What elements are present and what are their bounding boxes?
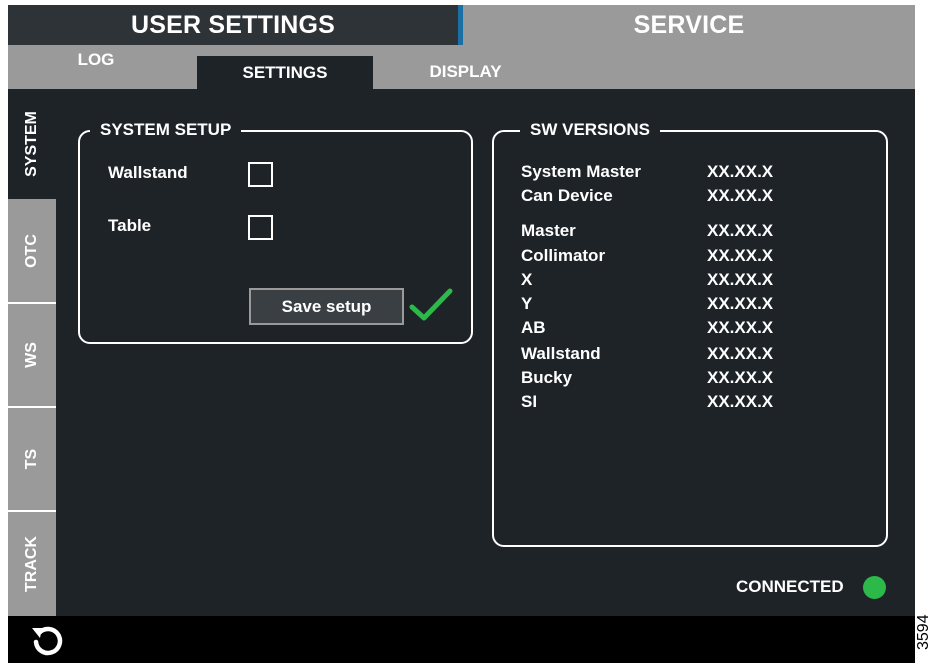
sw-version: XX.XX.X bbox=[707, 368, 774, 387]
sw-row: Collimator XX.XX.X bbox=[521, 246, 861, 270]
subtab-settings[interactable]: SETTINGS bbox=[197, 56, 373, 89]
sw-version: XX.XX.X bbox=[707, 318, 774, 337]
sidetab-ws[interactable]: WS bbox=[8, 304, 56, 408]
subtab-display[interactable]: DISPLAY bbox=[403, 45, 528, 89]
table-checkbox[interactable] bbox=[248, 215, 273, 240]
reset-icon[interactable] bbox=[30, 622, 66, 658]
sw-version: XX.XX.X bbox=[707, 246, 774, 265]
sw-version: XX.XX.X bbox=[707, 186, 774, 205]
sw-row: Bucky XX.XX.X bbox=[521, 368, 861, 392]
system-setup-title: SYSTEM SETUP bbox=[90, 120, 242, 140]
sw-name: Bucky bbox=[521, 368, 573, 387]
sw-name: Can Device bbox=[521, 186, 613, 205]
sw-name: Y bbox=[521, 294, 533, 313]
tab-user-settings[interactable]: USER SETTINGS bbox=[8, 5, 458, 45]
sidetab-track-label: TRACK bbox=[23, 536, 40, 592]
sw-version: XX.XX.X bbox=[707, 344, 774, 363]
connection-status-indicator bbox=[863, 576, 886, 599]
sw-versions-list: System Master XX.XX.X Can Device XX.XX.X M… bbox=[521, 162, 861, 422]
sw-name: AB bbox=[521, 318, 546, 337]
checkmark-icon bbox=[409, 288, 453, 321]
sw-name: System Master bbox=[521, 162, 642, 181]
sw-row: Can Device XX.XX.X bbox=[521, 186, 861, 210]
sw-version: XX.XX.X bbox=[707, 294, 774, 313]
sidetab-otc[interactable]: OTC bbox=[8, 199, 56, 304]
sidetab-system-label: SYSTEM bbox=[23, 111, 40, 177]
sw-row: System Master XX.XX.X bbox=[521, 162, 861, 186]
sidetab-otc-label: OTC bbox=[23, 233, 40, 268]
sw-version: XX.XX.X bbox=[707, 270, 774, 289]
connection-status-text: CONNECTED bbox=[736, 577, 844, 596]
sw-versions-panel: SW VERSIONS System Master XX.XX.X Can Dev… bbox=[492, 120, 888, 547]
sw-version: XX.XX.X bbox=[707, 221, 774, 240]
sw-row: Master XX.XX.X bbox=[521, 221, 861, 245]
sw-row: X XX.XX.X bbox=[521, 270, 861, 294]
table-label: Table bbox=[108, 216, 152, 235]
sw-version: XX.XX.X bbox=[707, 162, 774, 181]
sw-row: SI XX.XX.X bbox=[521, 392, 861, 416]
subtab-bar: LOG SETTINGS DISPLAY bbox=[8, 45, 915, 89]
sw-name: SI bbox=[521, 392, 538, 411]
subtab-log[interactable]: LOG bbox=[48, 45, 144, 89]
bottom-bar bbox=[8, 616, 915, 663]
sw-name: Master bbox=[521, 221, 576, 240]
save-setup-button[interactable]: Save setup bbox=[249, 288, 404, 325]
system-setup-panel: SYSTEM SETUP Wallstand Table Save setup bbox=[78, 120, 473, 344]
sw-version: XX.XX.X bbox=[707, 392, 774, 411]
sidetab-track[interactable]: TRACK bbox=[8, 512, 56, 616]
sidetab-ts[interactable]: TS bbox=[8, 408, 56, 512]
sw-name: X bbox=[521, 270, 533, 289]
sw-row: AB XX.XX.X bbox=[521, 318, 861, 342]
wallstand-label: Wallstand bbox=[108, 163, 188, 182]
sw-row: Wallstand XX.XX.X bbox=[521, 344, 861, 368]
sw-row: Y XX.XX.X bbox=[521, 294, 861, 318]
sidetab-system[interactable]: SYSTEM bbox=[8, 89, 56, 199]
sw-name: Collimator bbox=[521, 246, 606, 265]
screen: USER SETTINGS SERVICE LOG SETTINGS DISPL… bbox=[8, 5, 915, 663]
figure-code: 3594 bbox=[915, 614, 932, 650]
tab-service[interactable]: SERVICE bbox=[458, 5, 915, 45]
sw-versions-title: SW VERSIONS bbox=[520, 120, 660, 140]
sw-name: Wallstand bbox=[521, 344, 601, 363]
wallstand-checkbox[interactable] bbox=[248, 162, 273, 187]
sidetab-ts-label: TS bbox=[23, 448, 40, 470]
sidetab-ws-label: WS bbox=[23, 342, 40, 368]
